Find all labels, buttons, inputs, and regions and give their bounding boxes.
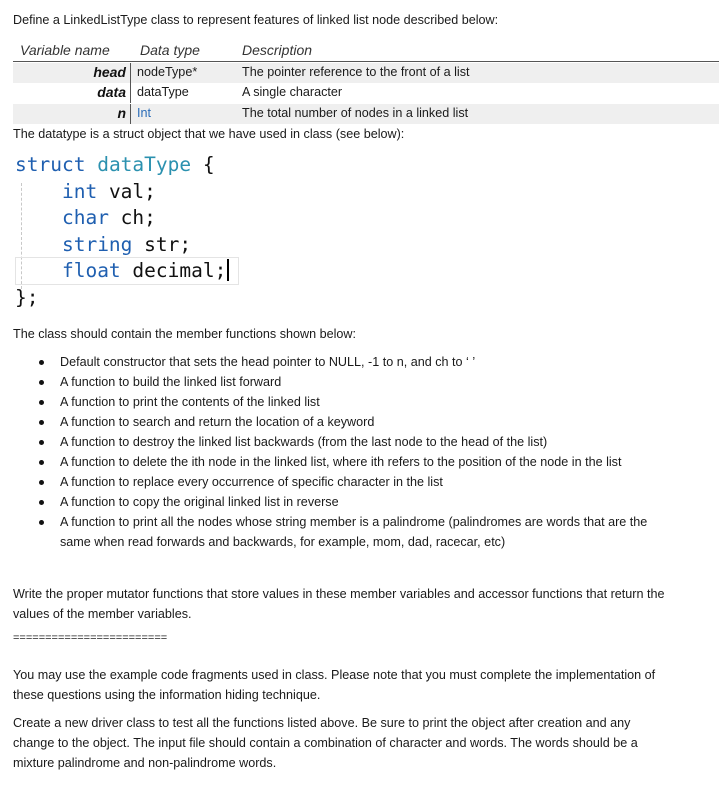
code-text: }; [15, 285, 39, 309]
intro-text: Define a LinkedListType class to represe… [13, 13, 499, 27]
table-row: n Int The total number of nodes in a lin… [13, 104, 719, 124]
code-text: val; [97, 179, 156, 203]
data-type: nodeType* [137, 65, 198, 79]
mutator-paragraph: Write the proper mutator functions that … [13, 587, 665, 621]
list-item: A function to destroy the linked list ba… [30, 432, 670, 452]
list-item: A function to print the contents of the … [30, 392, 670, 412]
list-item: A function to build the linked list forw… [30, 372, 670, 392]
data-type: dataType [137, 85, 189, 99]
header-variable-name: Variable name [20, 42, 110, 58]
code-type: dataType [97, 153, 192, 176]
column-divider [130, 104, 131, 124]
table-header-divider [13, 61, 719, 62]
header-description: Description [242, 42, 313, 58]
code-text: decimal; [120, 259, 227, 282]
member-function-list: Default constructor that sets the head p… [30, 352, 670, 552]
list-item: A function to print all the nodes whose … [30, 512, 670, 552]
member-intro: The class should contain the member func… [13, 327, 357, 341]
description: A single character [242, 85, 343, 99]
struct-note: The datatype is a struct object that we … [13, 127, 405, 141]
description: The total number of nodes in a linked li… [242, 106, 469, 120]
variable-name: head [93, 64, 126, 80]
text-caret [227, 259, 229, 281]
data-type: Int [137, 106, 152, 120]
variable-name: n [117, 105, 126, 121]
code-keyword: float [61, 259, 121, 282]
column-divider [130, 83, 131, 103]
separator-line: ======================== [13, 632, 168, 644]
code-keyword: struct [15, 153, 86, 176]
table-row: head nodeType* The pointer reference to … [13, 63, 719, 83]
list-item: A function to copy the original linked l… [30, 492, 670, 512]
variable-name: data [97, 84, 126, 100]
description: The pointer reference to the front of a … [242, 65, 470, 79]
code-text: str; [132, 232, 192, 256]
table-row: data dataType A single character [13, 83, 719, 103]
code-text: { [191, 153, 215, 176]
list-item: A function to search and return the loca… [30, 412, 670, 432]
code-block: struct dataType { int val; char ch; stri… [15, 152, 229, 311]
list-item: Default constructor that sets the head p… [30, 352, 670, 372]
code-text: ch; [108, 206, 156, 229]
code-keyword: int [61, 179, 98, 203]
column-divider [130, 63, 131, 83]
header-data-type: Data type [140, 42, 200, 58]
list-item: A function to replace every occurrence o… [30, 472, 670, 492]
code-keyword: char [61, 206, 109, 229]
code-keyword: string [61, 232, 133, 256]
driver-paragraph: Create a new driver class to test all th… [13, 716, 638, 770]
list-item: A function to delete the ith node in the… [30, 452, 670, 472]
example-paragraph: You may use the example code fragments u… [13, 668, 656, 702]
